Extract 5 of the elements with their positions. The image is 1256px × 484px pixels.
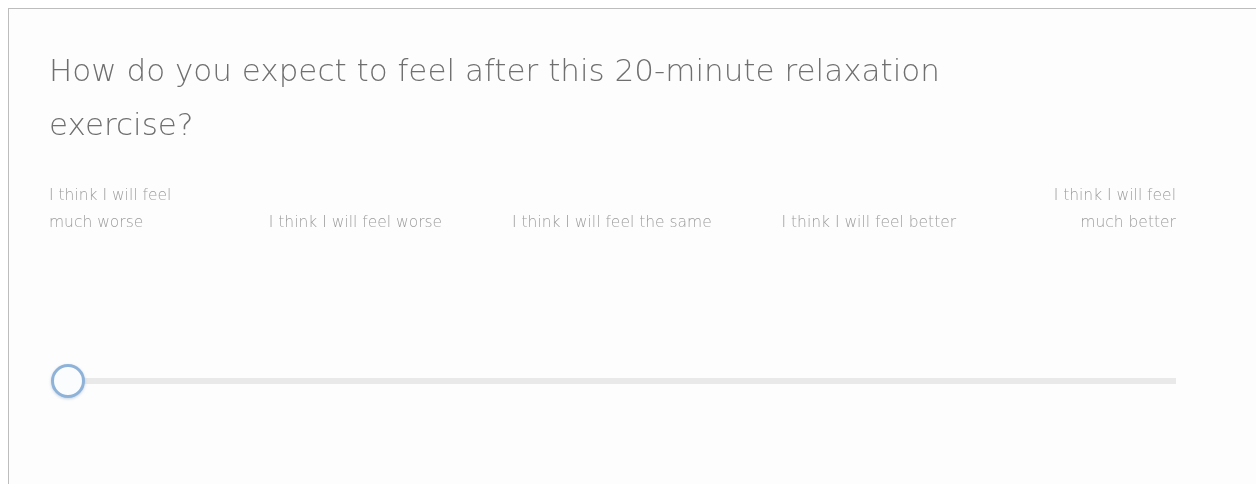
scale-label: I think I will feel the same	[511, 212, 712, 233]
scale-label: I think I will feel much worse	[49, 185, 173, 233]
slider-thumb[interactable]	[51, 364, 85, 398]
scale-label: I think I will feel better	[781, 212, 957, 233]
question-text: How do you expect to feel after this 20-minute relaxation exercise?	[49, 51, 941, 144]
